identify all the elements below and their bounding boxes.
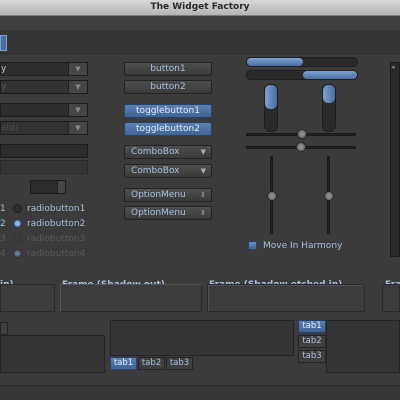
progress-fill — [247, 58, 303, 66]
radio-button-1[interactable] — [13, 204, 22, 213]
window-titlebar: The Widget Factory — [0, 0, 400, 16]
hscale-1-knob[interactable] — [297, 129, 307, 139]
radio-label-1[interactable]: radiobutton1 — [27, 204, 85, 214]
hscale-2-knob[interactable] — [296, 142, 306, 152]
harmony-checkbox-label[interactable]: Move In Harmony — [263, 241, 342, 251]
radio-label-2[interactable]: radiobutton2 — [27, 219, 85, 229]
tab-side-2[interactable]: tab2 — [298, 335, 326, 348]
toolbar-button-icon[interactable] — [0, 35, 7, 51]
notebook-left-panel — [0, 335, 105, 373]
radio-button-3 — [13, 234, 22, 243]
option-menu-2[interactable]: OptionMenu ⇕ — [124, 206, 212, 220]
tab-side-1[interactable]: tab1 — [298, 320, 326, 333]
scroll-up-icon[interactable]: ◂ — [391, 63, 395, 71]
option-menu-1[interactable]: OptionMenu ⇕ — [124, 188, 212, 202]
toggle-button-2[interactable]: togglebutton2 — [124, 122, 212, 136]
progress-fill — [303, 71, 357, 79]
vscale-1-knob[interactable] — [267, 191, 277, 201]
combobox-button-2[interactable]: ComboBox ▼ — [124, 164, 212, 178]
radio-button-4 — [13, 249, 22, 258]
tab-side-3[interactable]: tab3 — [298, 350, 326, 363]
chevron-down-icon: ▼ — [68, 81, 87, 93]
frame-shadow-out — [60, 284, 202, 312]
frame-shadow-etched-out — [382, 284, 400, 312]
window-title: The Widget Factory — [150, 2, 250, 12]
button2[interactable]: button2 — [124, 80, 212, 94]
combo-entry-1-text: y — [1, 64, 7, 74]
option-menu-1-label: OptionMenu — [131, 190, 186, 200]
combo-3[interactable]: ▼ — [0, 103, 88, 117]
combo-entry-1[interactable]: y ▼ — [0, 62, 88, 76]
option-menu-2-label: OptionMenu — [131, 208, 186, 218]
chevron-down-icon: ▼ — [200, 167, 206, 175]
combobox-button-1-label: ComboBox — [131, 147, 180, 157]
text-entry-disabled — [0, 160, 88, 174]
radio-label-3: radiobutton3 — [27, 234, 86, 244]
combo-4: ald) ▼ — [0, 121, 88, 135]
progress-bar-horizontal-1 — [246, 57, 358, 67]
button1[interactable]: button1 — [124, 62, 212, 76]
progress-fill — [323, 85, 335, 103]
chevron-down-icon: ▼ — [200, 148, 206, 156]
combobox-button-1[interactable]: ComboBox ▼ — [124, 145, 212, 159]
progress-bar-horizontal-2 — [246, 70, 358, 80]
text-entry[interactable] — [0, 144, 88, 158]
harmony-checkbox[interactable] — [248, 241, 257, 250]
menu-bar — [0, 16, 400, 30]
radio-group: 1 radiobutton1 2 radiobutton2 3 radiobut… — [0, 204, 92, 264]
notebook-left-tab[interactable] — [0, 322, 8, 335]
status-strip — [0, 385, 400, 400]
radio-label-4: radiobutton4 — [27, 249, 86, 259]
progress-bar-vertical-1 — [264, 84, 278, 132]
tab-bottom-2[interactable]: tab2 — [138, 357, 165, 370]
vscale-2-knob[interactable] — [324, 191, 334, 201]
radio-button-2[interactable] — [13, 219, 22, 228]
combo-entry-2-text: y — [1, 82, 7, 92]
updown-icon: ⇕ — [200, 209, 206, 217]
radio-prefix: 1 — [0, 204, 6, 214]
frame-shadow-in — [0, 284, 55, 312]
spin-button[interactable] — [30, 180, 66, 194]
chevron-down-icon[interactable]: ▼ — [68, 63, 87, 75]
radio-prefix: 3 — [0, 234, 6, 244]
chevron-down-icon[interactable]: ▼ — [68, 104, 87, 116]
frame-shadow-etched-in — [207, 284, 365, 312]
notebook-bottom-panel — [110, 320, 294, 356]
spin-arrows-icon[interactable] — [57, 181, 65, 193]
combo-entry-2: y ▼ — [0, 80, 88, 94]
tab-bottom-3[interactable]: tab3 — [166, 357, 193, 370]
progress-bar-vertical-2 — [322, 84, 336, 132]
updown-icon: ⇕ — [200, 191, 206, 199]
toggle-button-1[interactable]: togglebutton1 — [124, 104, 212, 118]
tab-bottom-1[interactable]: tab1 — [110, 357, 137, 370]
combo-4-text: ald) — [1, 123, 19, 133]
notebook-side-panel — [326, 320, 400, 373]
progress-fill — [265, 85, 277, 109]
chevron-down-icon: ▼ — [68, 122, 87, 134]
vertical-scrollbar[interactable]: ◂ — [390, 62, 400, 257]
combobox-button-2-label: ComboBox — [131, 166, 180, 176]
toolbar — [0, 30, 400, 54]
radio-prefix: 2 — [0, 219, 6, 229]
radio-prefix: 4 — [0, 249, 6, 259]
